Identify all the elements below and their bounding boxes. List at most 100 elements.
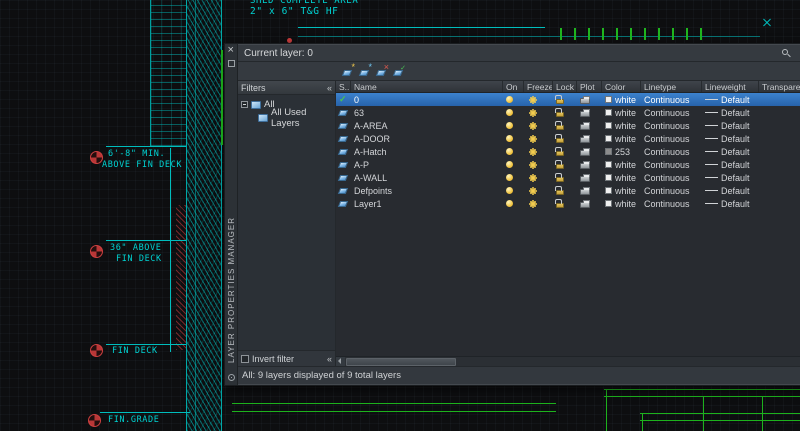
layer-plot-cell[interactable] (577, 145, 602, 158)
layer-plot-cell[interactable] (577, 132, 602, 145)
set-current-layer-icon[interactable] (392, 65, 406, 78)
palette-properties-icon[interactable] (228, 374, 235, 381)
layer-on-cell[interactable] (503, 158, 524, 171)
layer-name[interactable]: A-Hatch (351, 145, 503, 158)
invert-filter-checkbox[interactable] (241, 355, 249, 363)
layer-freeze-icon[interactable] (531, 163, 535, 167)
layer-color-swatch[interactable] (605, 96, 612, 103)
col-status[interactable]: S.. (336, 81, 351, 92)
col-linetype[interactable]: Linetype (641, 81, 702, 92)
layer-lock-cell[interactable] (553, 145, 577, 158)
layer-on-cell[interactable] (503, 197, 524, 210)
layer-name[interactable]: A-WALL (351, 171, 503, 184)
table-row[interactable]: 63 white Continuous Default (336, 106, 800, 119)
layer-lineweight[interactable]: Default (702, 184, 759, 197)
layer-on-icon[interactable] (506, 148, 513, 155)
layer-color-cell[interactable]: white (602, 171, 641, 184)
layer-linetype[interactable]: Continuous (641, 158, 702, 171)
layer-lineweight[interactable]: Default (702, 197, 759, 210)
layer-lock-icon[interactable] (556, 190, 564, 195)
new-layer-icon[interactable] (341, 65, 355, 78)
layer-linetype[interactable]: Continuous (641, 184, 702, 197)
layer-on-icon[interactable] (506, 161, 513, 168)
layer-lock-cell[interactable] (553, 197, 577, 210)
layer-color-cell[interactable]: white (602, 158, 641, 171)
layer-on-cell[interactable] (503, 171, 524, 184)
layer-freeze-cell[interactable] (524, 184, 553, 197)
layer-lock-icon[interactable] (556, 138, 564, 143)
layer-freeze-cell[interactable] (524, 158, 553, 171)
layer-on-icon[interactable] (506, 135, 513, 142)
layer-lineweight[interactable]: Default (702, 171, 759, 184)
layer-freeze-cell[interactable] (524, 132, 553, 145)
layer-freeze-icon[interactable] (531, 111, 535, 115)
filter-tree[interactable]: All All Used Layers (238, 95, 335, 350)
layer-plot-icon[interactable] (580, 111, 590, 117)
layer-on-cell[interactable] (503, 93, 524, 106)
layer-name[interactable]: 63 (351, 106, 503, 119)
layer-plot-cell[interactable] (577, 93, 602, 106)
layer-transparency[interactable] (759, 132, 800, 145)
layer-plot-icon[interactable] (580, 189, 590, 195)
layer-linetype[interactable]: Continuous (641, 145, 702, 158)
layer-on-cell[interactable] (503, 119, 524, 132)
layer-color-cell[interactable]: white (602, 197, 641, 210)
layer-transparency[interactable] (759, 93, 800, 106)
layer-freeze-cell[interactable] (524, 171, 553, 184)
layer-lock-icon[interactable] (556, 203, 564, 208)
layer-plot-cell[interactable] (577, 158, 602, 171)
layer-on-icon[interactable] (506, 200, 513, 207)
table-row[interactable]: A-AREA white Continuous Default (336, 119, 800, 132)
layer-lock-cell[interactable] (553, 184, 577, 197)
layer-freeze-cell[interactable] (524, 197, 553, 210)
layer-freeze-cell[interactable] (524, 106, 553, 119)
layer-name[interactable]: A-DOOR (351, 132, 503, 145)
layer-freeze-cell[interactable] (524, 119, 553, 132)
layer-status-cell[interactable] (336, 171, 351, 184)
layer-color-cell[interactable]: white (602, 132, 641, 145)
layer-lineweight[interactable]: Default (702, 93, 759, 106)
search-icon[interactable] (782, 49, 788, 55)
layer-lock-icon[interactable] (556, 125, 564, 130)
layer-lineweight[interactable]: Default (702, 132, 759, 145)
layer-linetype[interactable]: Continuous (641, 93, 702, 106)
layer-color-swatch[interactable] (605, 200, 612, 207)
layer-linetype[interactable]: Continuous (641, 106, 702, 119)
close-icon[interactable] (227, 47, 236, 56)
layer-plot-icon[interactable] (580, 137, 590, 143)
layer-plot-icon[interactable] (580, 98, 590, 104)
collapse-bottom-icon[interactable] (327, 354, 332, 364)
layer-lock-icon[interactable] (556, 112, 564, 117)
col-plot[interactable]: Plot (577, 81, 602, 92)
layer-lock-cell[interactable] (553, 106, 577, 119)
table-row[interactable]: A-Hatch 253 Continuous Default (336, 145, 800, 158)
tree-node-all-used-label[interactable]: All Used Layers (271, 107, 335, 129)
layer-transparency[interactable] (759, 119, 800, 132)
layer-lock-icon[interactable] (556, 177, 564, 182)
layer-transparency[interactable] (759, 145, 800, 158)
col-lock[interactable]: Lock (553, 81, 577, 92)
col-on[interactable]: On (503, 81, 524, 92)
layer-lock-icon[interactable] (556, 151, 564, 156)
layer-lock-cell[interactable] (553, 158, 577, 171)
table-row[interactable]: Layer1 white Continuous Default (336, 197, 800, 210)
layer-plot-icon[interactable] (580, 150, 590, 156)
col-transparency[interactable]: Transparency (759, 81, 800, 92)
layer-plot-cell[interactable] (577, 171, 602, 184)
layer-color-swatch[interactable] (605, 148, 612, 155)
layer-plot-cell[interactable] (577, 184, 602, 197)
layer-on-cell[interactable] (503, 106, 524, 119)
tree-node-all-used-layers[interactable]: All Used Layers (241, 111, 335, 124)
layer-transparency[interactable] (759, 197, 800, 210)
col-name[interactable]: Name (351, 81, 503, 92)
layer-transparency[interactable] (759, 184, 800, 197)
layer-name[interactable]: A-AREA (351, 119, 503, 132)
layer-freeze-cell[interactable] (524, 93, 553, 106)
layer-name[interactable]: 0 (351, 93, 503, 106)
layer-color-swatch[interactable] (605, 135, 612, 142)
layer-freeze-icon[interactable] (531, 189, 535, 193)
layer-color-swatch[interactable] (605, 109, 612, 116)
auto-hide-icon[interactable] (228, 60, 235, 67)
layer-name[interactable]: A-P (351, 158, 503, 171)
layer-status-cell[interactable] (336, 132, 351, 145)
